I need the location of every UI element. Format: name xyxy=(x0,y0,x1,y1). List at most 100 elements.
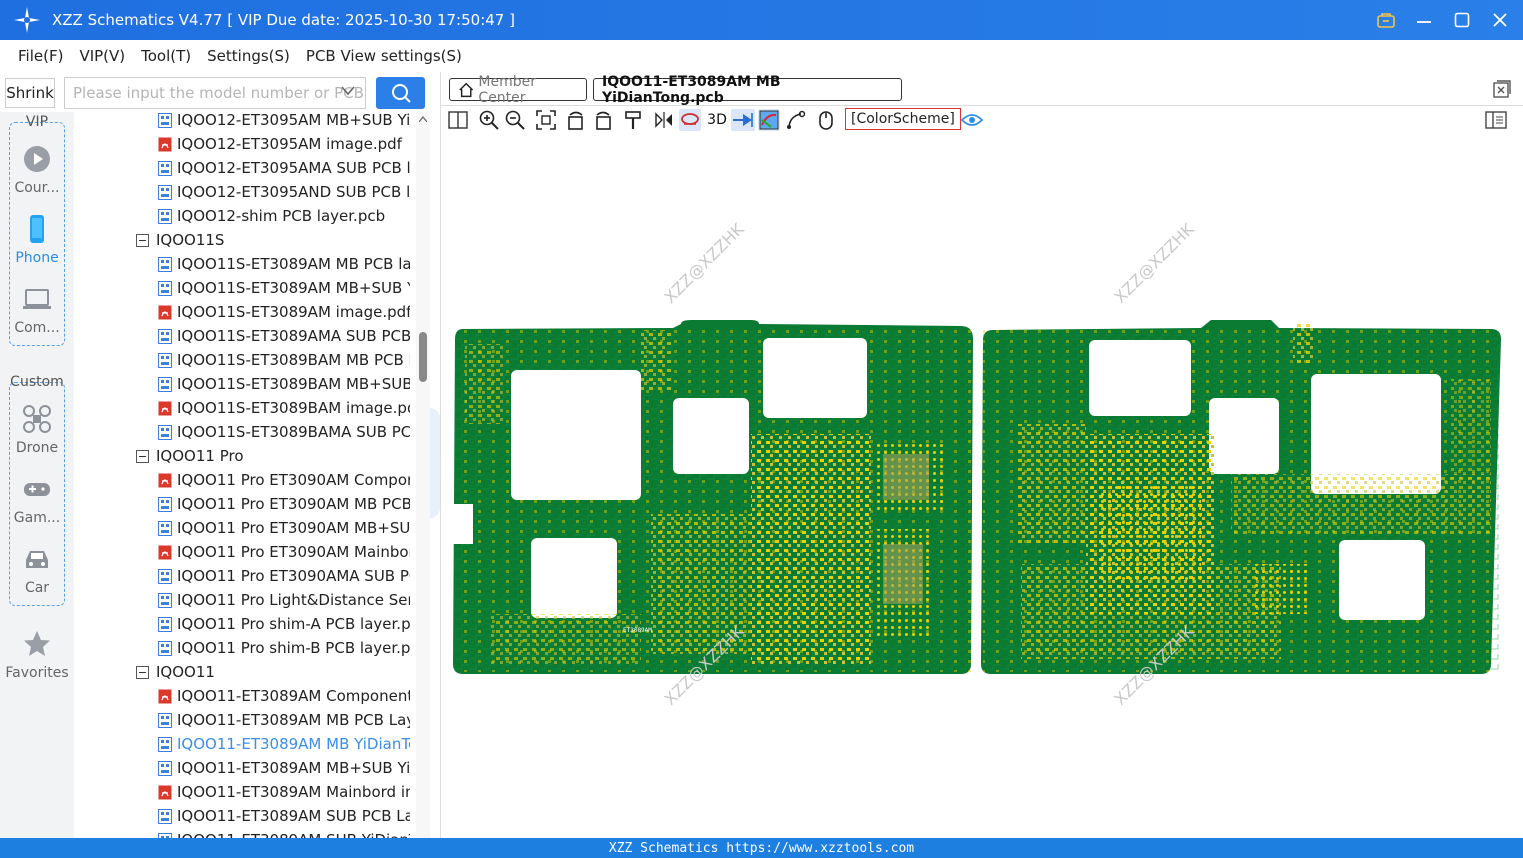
tree-file[interactable]: IQOO11 Pro Light&Distance Senso xyxy=(74,588,410,612)
tree-file[interactable]: IQOO11S-ET3089AM image.pdf xyxy=(74,300,410,324)
mouse-mode-button[interactable] xyxy=(815,109,837,131)
tree-folder[interactable]: IQOO11S xyxy=(74,228,410,252)
search-row: Shrink xyxy=(0,72,440,112)
tab-active-file[interactable]: IQOO11-ET3089AM MB YiDianTong.pcb xyxy=(593,74,902,106)
pcb-file-icon xyxy=(158,280,172,296)
collapse-toggle-icon[interactable] xyxy=(136,233,149,247)
measure-icon xyxy=(681,113,699,125)
nav-courses[interactable]: Cour... xyxy=(0,144,74,196)
tree-file[interactable]: IQOO11S-ET3089BAMA SUB PCB la xyxy=(74,420,410,444)
tree-file[interactable]: IQOO11-ET3089AM Component ex xyxy=(74,684,410,708)
tree-folder[interactable]: IQOO11 xyxy=(74,660,410,684)
nav-favorites[interactable]: Favorites xyxy=(0,629,74,681)
menu-pcb-view-settings[interactable]: PCB View settings(S) xyxy=(306,47,462,65)
tree-scrollbar[interactable] xyxy=(416,112,430,838)
pcb-file-icon xyxy=(158,376,172,392)
scroll-thumb[interactable] xyxy=(419,332,427,382)
search-icon xyxy=(391,84,411,103)
tree-file[interactable]: IQOO11S-ET3089AM MB PCB layer xyxy=(74,252,410,276)
maximize-icon[interactable] xyxy=(1451,9,1473,31)
flip-view-button[interactable] xyxy=(731,109,755,131)
nav-phone[interactable]: Phone xyxy=(0,214,74,266)
pdf-file-icon xyxy=(158,785,172,799)
tree-file[interactable]: IQOO11 Pro ET3090AM MB PCB la xyxy=(74,492,410,516)
tree-item-label: IQOO11 Pro shim-B PCB layer.pcb xyxy=(177,639,410,657)
pcb-canvas[interactable]: ET3089AM XZZ@XZZHK XZZ@XZZHK XZZ@XZZHK X… xyxy=(441,134,1523,838)
tree-item-label: IQOO11-ET3089AM Component ex xyxy=(177,687,410,705)
nav-drone[interactable]: Drone xyxy=(0,404,74,456)
3d-button[interactable]: 3D xyxy=(705,109,729,131)
tree-file[interactable]: IQOO12-ET3095AMA SUB PCB laye xyxy=(74,156,410,180)
measure-button[interactable] xyxy=(679,109,701,131)
tree-file[interactable]: IQOO11S-ET3089AM MB+SUB YiD xyxy=(74,276,410,300)
tree-file[interactable]: IQOO11-ET3089AM MB PCB Layer. xyxy=(74,708,410,732)
tree-file[interactable]: IQOO12-ET3095AM MB+SUB YiDia xyxy=(74,112,410,132)
tab-bar: Member Center IQOO11-ET3089AM MB YiDianT… xyxy=(441,72,1523,106)
search-button[interactable] xyxy=(376,77,425,109)
close-all-tabs-icon[interactable] xyxy=(1493,80,1511,98)
pcb-file-icon xyxy=(158,160,172,176)
tree-file[interactable]: IQOO11-ET3089AM MB+SUB YiDia xyxy=(74,756,410,780)
pcb-board-left[interactable]: ET3089AM xyxy=(453,320,973,674)
zoom-in-button[interactable] xyxy=(478,109,500,131)
collapse-toggle-icon[interactable] xyxy=(136,449,149,463)
nav-car[interactable]: Car xyxy=(0,544,74,596)
tree-file[interactable]: IQOO11-ET3089AM MB YiDianTon xyxy=(74,732,410,756)
vip-badge-icon[interactable] xyxy=(1375,9,1397,31)
tree-file[interactable]: IQOO11S-ET3089BAM MB PCB lay xyxy=(74,348,410,372)
tree-file[interactable]: IQOO11 Pro ET3090AM Componer xyxy=(74,468,410,492)
pcb-file-icon xyxy=(158,520,172,536)
fit-view-button[interactable] xyxy=(535,109,557,131)
menu-tool[interactable]: Tool(T) xyxy=(141,47,191,65)
tree-file[interactable]: IQOO12-shim PCB layer.pcb xyxy=(74,204,410,228)
tree-file[interactable]: IQOO11 Pro shim-A PCB layer.pcb xyxy=(74,612,410,636)
tree-file[interactable]: IQOO11 Pro ET3090AM Mainbord xyxy=(74,540,410,564)
mirror-button[interactable] xyxy=(653,109,675,131)
net-highlight-button[interactable] xyxy=(758,109,780,131)
scroll-up-icon[interactable] xyxy=(419,116,427,122)
tree-file[interactable]: IQOO11-ET3089AM Mainbord ima xyxy=(74,780,410,804)
tree-file[interactable]: IQOO11 Pro ET3090AM MB+SUB Y xyxy=(74,516,410,540)
pcb-board-right[interactable] xyxy=(981,320,1501,674)
nav-game[interactable]: Gam... xyxy=(0,474,74,526)
nav-computer[interactable]: Com... xyxy=(0,284,74,336)
pcb-board-view[interactable]: ET3089AM XZZ@XZZHK XZZ@XZZHK XZZ@XZZHK X… xyxy=(441,134,1523,838)
menu-file[interactable]: File(F) xyxy=(18,47,63,65)
trace-button[interactable] xyxy=(785,109,807,131)
tree-file[interactable]: IQOO11S-ET3089BAM MB+SUB Yi xyxy=(74,372,410,396)
tree-file[interactable]: IQOO11-ET3089AM SUB YiDianTor xyxy=(74,828,410,838)
side-panel-toggle[interactable] xyxy=(1485,109,1507,131)
chevron-down-icon[interactable] xyxy=(340,84,356,98)
tree-item-label: IQOO12-shim PCB layer.pcb xyxy=(177,207,386,225)
rotate-right-icon xyxy=(596,111,611,130)
minimize-icon[interactable] xyxy=(1413,9,1435,31)
model-search-input[interactable] xyxy=(64,77,366,109)
paint-brush-button[interactable] xyxy=(622,109,644,131)
tree-file[interactable]: IQOO11S-ET3089AMA SUB PCB lay xyxy=(74,324,410,348)
tree-item-label: IQOO11S-ET3089AM image.pdf xyxy=(177,303,410,321)
tree-file[interactable]: IQOO11 Pro ET3090AMA SUB PCB xyxy=(74,564,410,588)
tree-file[interactable]: IQOO12-ET3095AND SUB PCB laye xyxy=(74,180,410,204)
rotate-left-button[interactable] xyxy=(565,109,587,131)
sidebar-collapse-handle[interactable] xyxy=(430,408,440,518)
menu-settings[interactable]: Settings(S) xyxy=(207,47,290,65)
tree-file[interactable]: IQOO11 Pro shim-B PCB layer.pcb xyxy=(74,636,410,660)
split-view-button[interactable] xyxy=(447,109,469,131)
tree-file[interactable]: IQOO12-ET3095AM image.pdf xyxy=(74,132,410,156)
rotate-left-icon xyxy=(568,111,583,130)
tree-item-label: IQOO11-ET3089AM MB+SUB YiDia xyxy=(177,759,410,777)
close-icon[interactable] xyxy=(1489,9,1511,31)
tree-file[interactable]: IQOO11S-ET3089BAM image.pdf xyxy=(74,396,410,420)
color-scheme-button[interactable]: [ColorScheme] xyxy=(845,108,961,130)
rotate-right-button[interactable] xyxy=(592,109,614,131)
visibility-button[interactable] xyxy=(961,109,983,131)
menu-vip[interactable]: VIP(V) xyxy=(79,47,125,65)
tree-file[interactable]: IQOO11-ET3089AM SUB PCB Layer xyxy=(74,804,410,828)
laptop-icon xyxy=(23,289,51,309)
tree-item-label: IQOO11-ET3089AM MB PCB Layer. xyxy=(177,711,410,729)
tab-member-center[interactable]: Member Center xyxy=(449,74,587,106)
tree-folder[interactable]: IQOO11 Pro xyxy=(74,444,410,468)
collapse-toggle-icon[interactable] xyxy=(136,665,149,679)
shrink-button[interactable]: Shrink xyxy=(5,78,55,108)
zoom-out-button[interactable] xyxy=(504,109,526,131)
